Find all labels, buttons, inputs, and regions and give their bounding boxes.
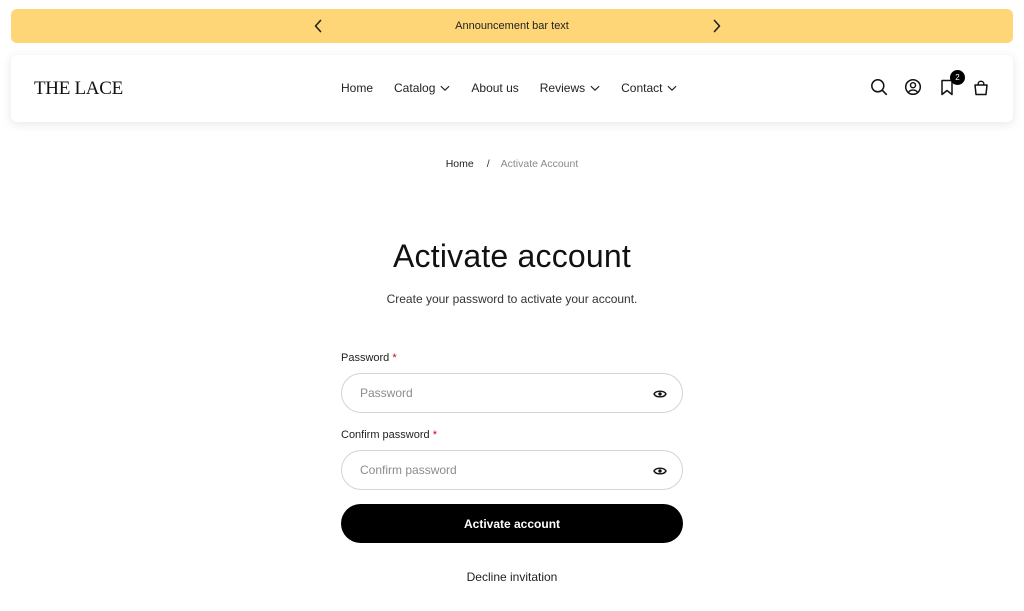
cart-icon[interactable] xyxy=(971,77,991,97)
page-subtitle: Create your password to activate your ac… xyxy=(386,292,638,306)
site-header: THE LACE Home Catalog About us Reviews C… xyxy=(11,55,1013,122)
decline-invitation-link[interactable]: Decline invitation xyxy=(467,570,558,584)
nav-item-contact[interactable]: Contact xyxy=(621,81,677,95)
show-password-icon[interactable] xyxy=(653,387,667,401)
nav-item-about-us[interactable]: About us xyxy=(471,81,518,95)
nav-item-label: About us xyxy=(471,81,519,95)
activate-account-form: Password * Confirm password * xyxy=(341,352,683,490)
nav-item-catalog[interactable]: Catalog xyxy=(394,81,450,95)
confirm-password-label: Confirm password * xyxy=(341,429,683,443)
header-icons: 2 xyxy=(869,70,991,97)
page-title: Activate account xyxy=(393,238,631,274)
password-input[interactable] xyxy=(360,386,640,400)
confirm-password-input[interactable] xyxy=(360,463,640,477)
announcement-text: Announcement bar text xyxy=(455,20,569,32)
account-icon[interactable] xyxy=(903,77,923,97)
chevron-left-icon[interactable] xyxy=(309,17,327,35)
required-marker: * xyxy=(392,352,397,364)
main-nav: Home Catalog About us Reviews Contact xyxy=(341,81,677,95)
wishlist-count-badge: 2 xyxy=(950,70,965,85)
password-field xyxy=(341,373,683,413)
confirm-password-field xyxy=(341,450,683,490)
breadcrumb-current: Activate Account xyxy=(500,158,579,170)
nav-item-reviews[interactable]: Reviews xyxy=(540,81,600,95)
nav-item-label: Reviews xyxy=(539,81,586,95)
activate-account-button[interactable]: Activate account xyxy=(341,504,683,543)
password-label: Password * xyxy=(341,352,683,366)
required-marker: * xyxy=(432,429,437,441)
search-icon[interactable] xyxy=(869,77,889,97)
nav-item-label: Home xyxy=(341,81,374,95)
breadcrumb-home-link[interactable]: Home xyxy=(446,158,474,170)
chevron-right-icon[interactable] xyxy=(708,17,726,35)
chevron-down-icon xyxy=(667,85,677,92)
chevron-down-icon xyxy=(590,85,600,92)
confirm-password-label-text: Confirm password xyxy=(341,429,430,441)
announcement-bar: Announcement bar text xyxy=(11,9,1013,43)
password-label-text: Password xyxy=(341,352,390,364)
nav-item-label: Catalog xyxy=(394,81,436,95)
breadcrumb-separator: / xyxy=(486,158,490,170)
decline-invitation: Decline invitation xyxy=(0,570,1024,584)
breadcrumb: Home / Activate Account xyxy=(0,158,1024,170)
chevron-down-icon xyxy=(440,85,450,92)
show-password-icon[interactable] xyxy=(653,464,667,478)
site-logo[interactable]: THE LACE xyxy=(34,78,123,100)
nav-item-label: Contact xyxy=(621,81,663,95)
wishlist-icon[interactable]: 2 xyxy=(937,70,965,97)
nav-item-home[interactable]: Home xyxy=(341,81,373,95)
